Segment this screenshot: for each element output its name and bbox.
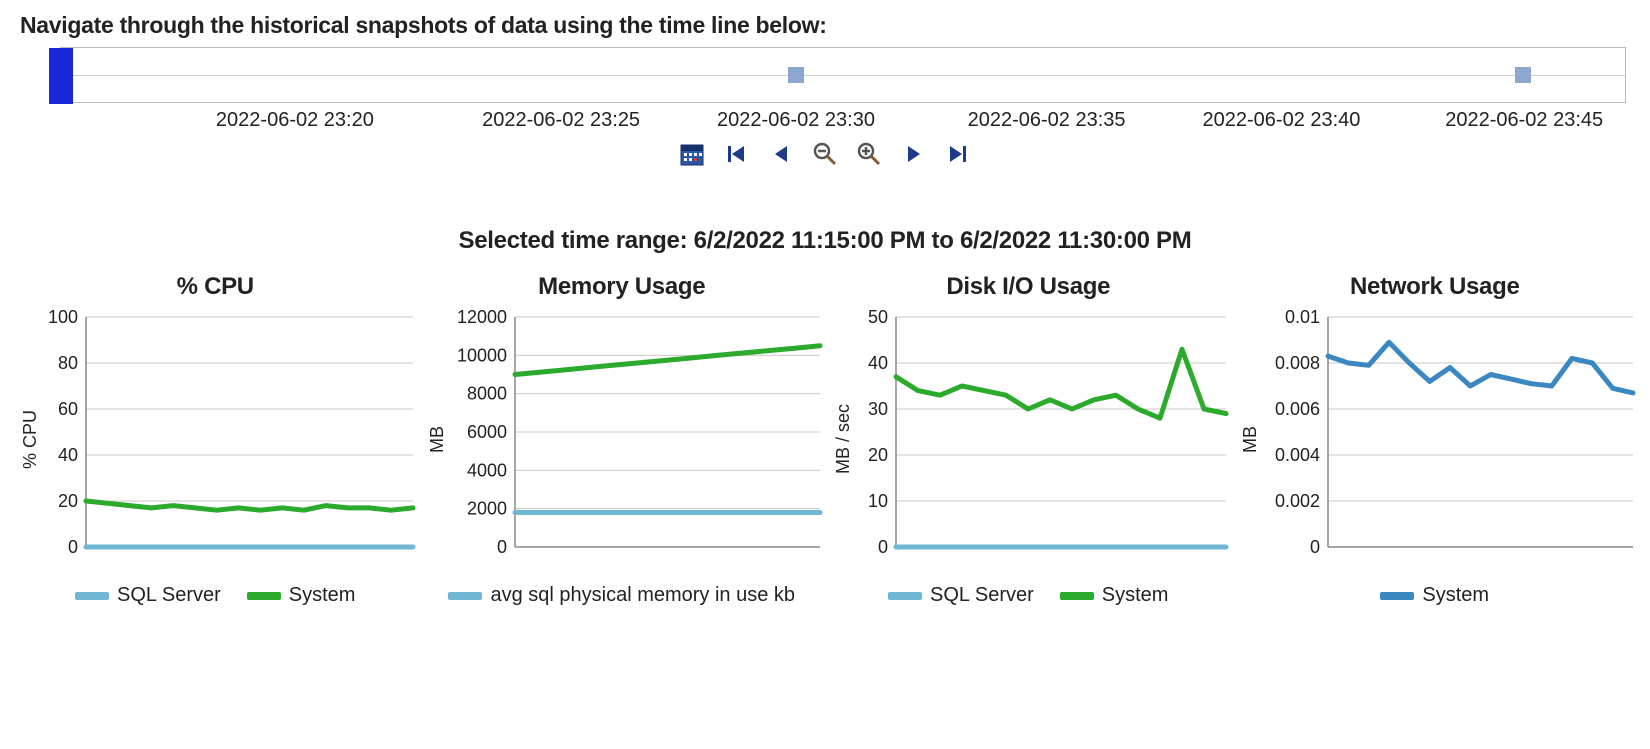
svg-text:0: 0 xyxy=(496,537,506,557)
svg-text:4000: 4000 xyxy=(466,460,506,480)
zoom-in-button[interactable] xyxy=(853,139,885,167)
legend-swatch xyxy=(888,592,922,600)
calendar-button[interactable] xyxy=(676,139,708,167)
timeline-tick-label: 2022-06-02 23:25 xyxy=(482,109,640,132)
last-button[interactable] xyxy=(942,139,974,167)
legend-label: SQL Server xyxy=(930,584,1034,607)
svg-text:0.006: 0.006 xyxy=(1274,399,1319,419)
svg-text:0: 0 xyxy=(878,537,888,557)
timeline-tick-label: 2022-06-02 23:40 xyxy=(1203,109,1361,132)
first-button[interactable] xyxy=(720,139,752,167)
chart-legend: SQL Server System xyxy=(20,584,411,607)
legend-swatch xyxy=(247,592,281,600)
svg-text:10: 10 xyxy=(868,491,888,511)
chart-legend: SQL Server System xyxy=(833,584,1224,607)
y-axis-label: MB / sec xyxy=(833,404,854,474)
legend-item: SQL Server xyxy=(888,584,1034,607)
timeline-ticks: 2022-06-02 23:20 2022-06-02 23:25 2022-06-… xyxy=(60,103,1626,139)
next-button[interactable] xyxy=(898,139,930,167)
diskio-plot: 0 10 20 30 40 50 xyxy=(856,307,1236,567)
chart-legend: System xyxy=(1240,584,1631,607)
svg-text:0.002: 0.002 xyxy=(1274,491,1319,511)
legend-label: System xyxy=(289,584,356,607)
legend-item: avg sql physical memory in use kb xyxy=(448,584,795,607)
cpu-chart: % CPU % CPU 0 20 40 60 80 100 SQL Server System xyxy=(20,273,411,607)
charts-row: % CPU% CPU020406080100SQL ServerSystemMe… xyxy=(16,273,1634,607)
timeline-node[interactable] xyxy=(1515,67,1531,83)
chart-title: % CPU xyxy=(20,273,411,301)
legend-swatch xyxy=(448,592,482,600)
y-axis-label: MB xyxy=(1240,426,1261,453)
legend-item: SQL Server xyxy=(75,584,221,607)
chart-title: Disk I/O Usage xyxy=(833,273,1224,301)
legend-item: System xyxy=(247,584,356,607)
svg-text:30: 30 xyxy=(868,399,888,419)
svg-text:80: 80 xyxy=(58,353,78,373)
y-axis-label: % CPU xyxy=(20,410,41,469)
svg-text:12000: 12000 xyxy=(456,307,506,327)
legend-label: System xyxy=(1422,584,1489,607)
timeline-node[interactable] xyxy=(788,67,804,83)
svg-text:60: 60 xyxy=(58,399,78,419)
timeline-toolbar xyxy=(16,139,1634,167)
network-chart: Network Usage MB 0 0.002 0.004 0.006 0.008 0.01… xyxy=(1240,273,1631,607)
prev-icon xyxy=(770,143,792,165)
skip-end-icon xyxy=(947,143,969,165)
legend-swatch xyxy=(75,592,109,600)
svg-text:40: 40 xyxy=(58,445,78,465)
svg-text:2000: 2000 xyxy=(466,499,506,519)
timeline-handle[interactable] xyxy=(49,48,73,104)
svg-text:20: 20 xyxy=(58,491,78,511)
timeline-tick-label: 2022-06-02 23:35 xyxy=(968,109,1126,132)
legend-item: System xyxy=(1380,584,1489,607)
svg-text:8000: 8000 xyxy=(466,384,506,404)
y-axis-label: MB xyxy=(427,426,448,453)
svg-text:0: 0 xyxy=(68,537,78,557)
zoom-out-icon xyxy=(812,141,838,167)
memory-chart: Memory Usage MB 0 2000 4000 6000 8000 10000 1200… xyxy=(427,273,818,607)
svg-text:0.004: 0.004 xyxy=(1274,445,1319,465)
legend-label: avg sql physical memory in use kb xyxy=(490,584,795,607)
svg-text:0.008: 0.008 xyxy=(1274,353,1319,373)
svg-text:6000: 6000 xyxy=(466,422,506,442)
timeline-tick-label: 2022-06-02 23:30 xyxy=(717,109,875,132)
prev-button[interactable] xyxy=(765,139,797,167)
zoom-in-icon xyxy=(856,141,882,167)
legend-item: System xyxy=(1060,584,1169,607)
timeline-track[interactable] xyxy=(60,47,1626,103)
timeline-midline xyxy=(61,75,1625,76)
diskio-chart: Disk I/O Usage MB / sec 0 10 20 30 40 50 SQL Ser… xyxy=(833,273,1224,607)
timeline-tick-label: 2022-06-02 23:45 xyxy=(1445,109,1603,132)
zoom-out-button[interactable] xyxy=(809,139,841,167)
chart-title: Memory Usage xyxy=(427,273,818,301)
svg-text:0: 0 xyxy=(1309,537,1319,557)
svg-text:50: 50 xyxy=(868,307,888,327)
svg-text:20: 20 xyxy=(868,445,888,465)
memory-plot: 0 2000 4000 6000 8000 10000 12000 xyxy=(450,307,830,567)
next-icon xyxy=(903,143,925,165)
chart-title: Network Usage xyxy=(1240,273,1631,301)
legend-swatch xyxy=(1060,592,1094,600)
legend-swatch xyxy=(1380,592,1414,600)
timeline-tick-label: 2022-06-02 23:20 xyxy=(216,109,374,132)
selected-range-label: Selected time range: 6/2/2022 11:15:00 P… xyxy=(16,227,1634,255)
svg-text:40: 40 xyxy=(868,353,888,373)
chart-legend: avg sql physical memory in use kb xyxy=(427,584,818,607)
svg-text:0.01: 0.01 xyxy=(1284,307,1319,327)
timeline[interactable] xyxy=(60,47,1626,103)
legend-label: System xyxy=(1102,584,1169,607)
svg-text:100: 100 xyxy=(48,307,78,327)
calendar-icon xyxy=(679,141,705,167)
svg-text:10000: 10000 xyxy=(456,345,506,365)
instruction-text: Navigate through the historical snapshot… xyxy=(20,12,1634,39)
legend-label: SQL Server xyxy=(117,584,221,607)
network-plot: 0 0.002 0.004 0.006 0.008 0.01 xyxy=(1263,307,1643,567)
cpu-plot: 0 20 40 60 80 100 xyxy=(43,307,423,567)
skip-start-icon xyxy=(725,143,747,165)
